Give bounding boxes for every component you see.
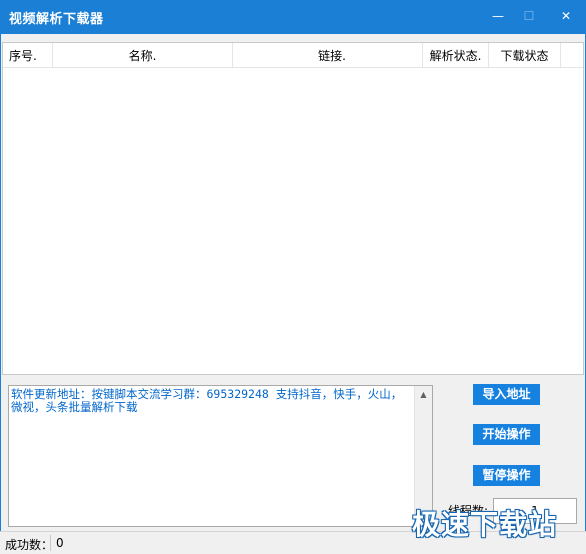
column-header-download-status[interactable]: 下载状态: [489, 43, 561, 67]
video-list[interactable]: 序号. 名称. 链接. 解析状态. 下载状态: [2, 42, 584, 375]
success-count-label: 成功数：: [5, 538, 54, 552]
column-header-parse-status[interactable]: 解析状态.: [423, 43, 489, 67]
log-textarea[interactable]: 软件更新地址：按键脚本交流学习群：695329248 支持抖音，快手，火山，微视…: [8, 385, 433, 527]
minimize-icon[interactable]: —: [486, 5, 510, 27]
thread-count-input[interactable]: [493, 498, 577, 524]
list-header: 序号. 名称. 链接. 解析状态. 下载状态: [3, 43, 583, 68]
start-button[interactable]: 开始操作: [473, 424, 540, 445]
status-bar: 成功数： 0: [0, 531, 586, 554]
column-header-filler: [561, 43, 583, 67]
pause-button[interactable]: 暂停操作: [473, 465, 540, 486]
maximize-icon[interactable]: ☐: [517, 5, 541, 27]
title-bar[interactable]: 视频解析下载器 — ☐ ✕: [0, 0, 586, 34]
success-count-value: 0: [56, 536, 64, 550]
column-header-seq[interactable]: 序号.: [3, 43, 53, 67]
log-scrollbar[interactable]: ▲: [414, 386, 432, 526]
scroll-up-arrow-icon[interactable]: ▲: [415, 386, 432, 403]
close-icon[interactable]: ✕: [554, 5, 578, 27]
window-title: 视频解析下载器: [9, 12, 104, 27]
status-separator: [50, 535, 51, 551]
import-address-button[interactable]: 导入地址: [473, 384, 540, 405]
column-header-link[interactable]: 链接.: [233, 43, 423, 67]
column-header-name[interactable]: 名称.: [53, 43, 233, 67]
log-text: 软件更新地址：按键脚本交流学习群：695329248 支持抖音，快手，火山，微视…: [11, 387, 403, 414]
thread-count-label: 线程数:: [448, 504, 489, 518]
